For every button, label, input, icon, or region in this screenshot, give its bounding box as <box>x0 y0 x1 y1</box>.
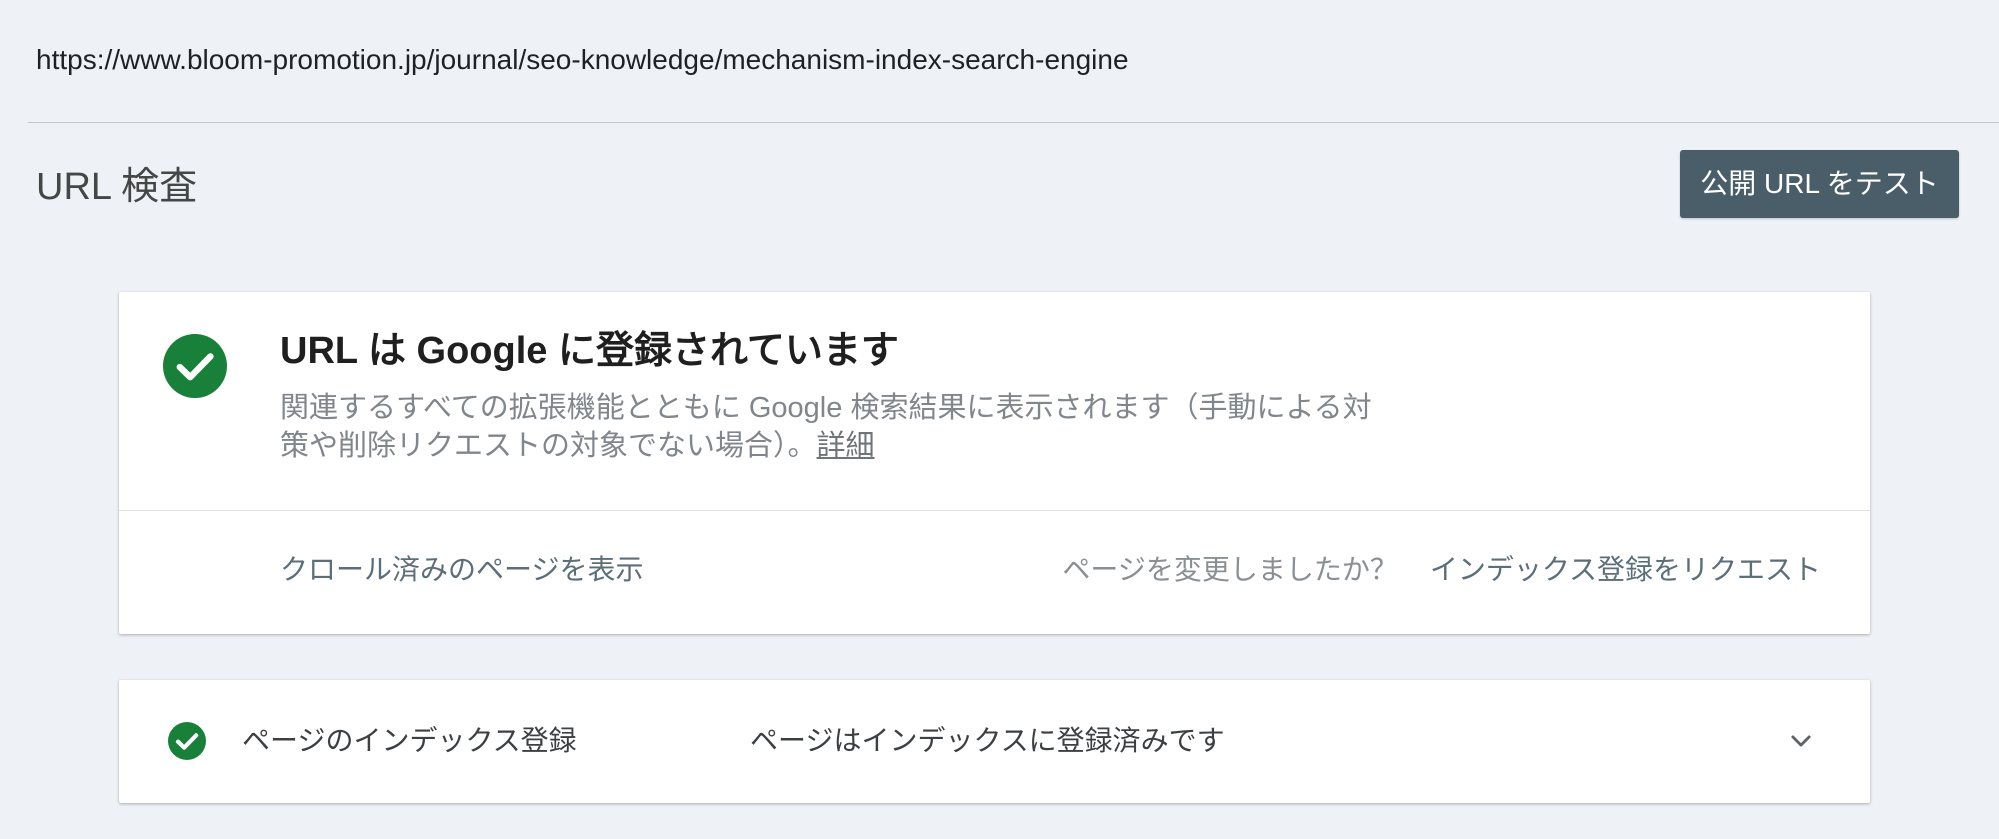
index-status-card: URL は Google に登録されています 関連するすべての拡張機能とともに … <box>119 292 1870 634</box>
page-indexing-label: ページのインデックス登録 <box>242 725 577 756</box>
page-indexing-status: ページはインデックスに登録済みです <box>750 725 1225 756</box>
check-circle-icon <box>163 334 227 398</box>
header-divider <box>28 122 1999 123</box>
status-description: 関連するすべての拡張機能とともに Google 検索結果に表示されます（手動によ… <box>280 389 1390 465</box>
check-circle-icon <box>168 722 206 760</box>
inspected-url[interactable]: https://www.bloom-promotion.jp/journal/s… <box>36 43 1129 77</box>
page-indexing-row[interactable]: ページのインデックス登録 ページはインデックスに登録済みです <box>119 680 1870 803</box>
details-link[interactable]: 詳細 <box>817 430 875 462</box>
status-actions: クロール済みのページを表示 ページを変更しましたか？ インデックス登録をリクエス… <box>119 511 1870 634</box>
request-indexing-group: ページを変更しましたか？ インデックス登録をリクエスト <box>1062 553 1821 587</box>
page-title: URL 検査 <box>36 166 198 208</box>
view-crawled-page-button[interactable]: クロール済みのページを表示 <box>280 553 643 587</box>
page-changed-prompt: ページを変更しましたか？ <box>1062 554 1398 585</box>
status-title: URL は Google に登録されています <box>280 330 899 372</box>
chevron-down-icon[interactable] <box>1787 727 1815 755</box>
url-inspection-page: https://www.bloom-promotion.jp/journal/s… <box>0 0 1999 839</box>
request-indexing-button[interactable]: インデックス登録をリクエスト <box>1430 553 1821 587</box>
test-live-url-button[interactable]: 公開 URL をテスト <box>1680 150 1959 218</box>
